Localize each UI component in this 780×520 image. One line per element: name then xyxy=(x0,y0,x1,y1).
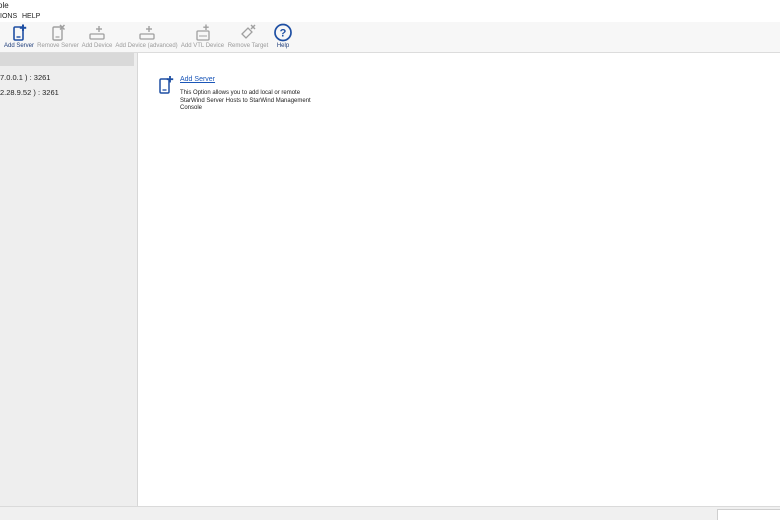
menu-item-help[interactable]: HELP xyxy=(22,11,40,22)
main-panel: Add Server This Option allows you to add… xyxy=(138,53,780,506)
status-bar xyxy=(0,506,780,520)
remove-server-button[interactable]: Remove Server xyxy=(37,23,79,51)
status-box xyxy=(717,509,780,520)
add-vtl-device-button[interactable]: Add VTL Device xyxy=(180,23,225,51)
help-button[interactable]: ? Help xyxy=(271,23,295,51)
menu-bar: IONS HELP xyxy=(0,11,780,22)
tree-item-server-1[interactable]: 7.0.0.1 ) : 3261 xyxy=(0,73,50,82)
add-vtl-device-label: Add VTL Device xyxy=(180,43,225,49)
add-device-button[interactable]: Add Device xyxy=(80,23,114,51)
tree-item-server-2[interactable]: 2.28.9.52 ) : 3261 xyxy=(0,88,59,97)
add-device-advanced-label: Add Device (advanced) xyxy=(115,43,178,49)
add-server-link[interactable]: Add Server xyxy=(180,76,215,83)
remove-target-icon xyxy=(241,24,256,39)
add-server-icon xyxy=(159,76,174,94)
remove-target-label: Remove Target xyxy=(227,43,269,49)
add-server-icon xyxy=(13,24,27,41)
add-device-advanced-icon xyxy=(138,26,155,40)
remove-server-icon xyxy=(52,24,66,41)
server-tree-panel: 7.0.0.1 ) : 3261 2.28.9.52 ) : 3261 xyxy=(0,53,138,506)
menu-item-actions[interactable]: IONS xyxy=(0,11,17,22)
svg-text:?: ? xyxy=(280,27,287,39)
add-server-button[interactable]: Add Server xyxy=(2,23,36,51)
help-label: Help xyxy=(276,43,290,49)
remove-server-label: Remove Server xyxy=(37,43,79,49)
toolbar: Add Server Remove Server Add Device Add … xyxy=(0,22,780,53)
add-device-label: Add Device xyxy=(81,43,113,49)
add-device-icon xyxy=(89,26,105,40)
add-server-description: This Option allows you to add local or r… xyxy=(180,90,311,111)
window-title: ole xyxy=(0,1,9,10)
add-server-label: Add Server xyxy=(3,43,34,49)
title-bar: ole xyxy=(0,0,780,11)
tree-header xyxy=(0,53,134,66)
help-icon: ? xyxy=(274,23,292,42)
add-vtl-device-icon xyxy=(195,24,210,41)
remove-target-button[interactable]: Remove Target xyxy=(227,23,269,51)
add-device-advanced-button[interactable]: Add Device (advanced) xyxy=(115,23,178,51)
